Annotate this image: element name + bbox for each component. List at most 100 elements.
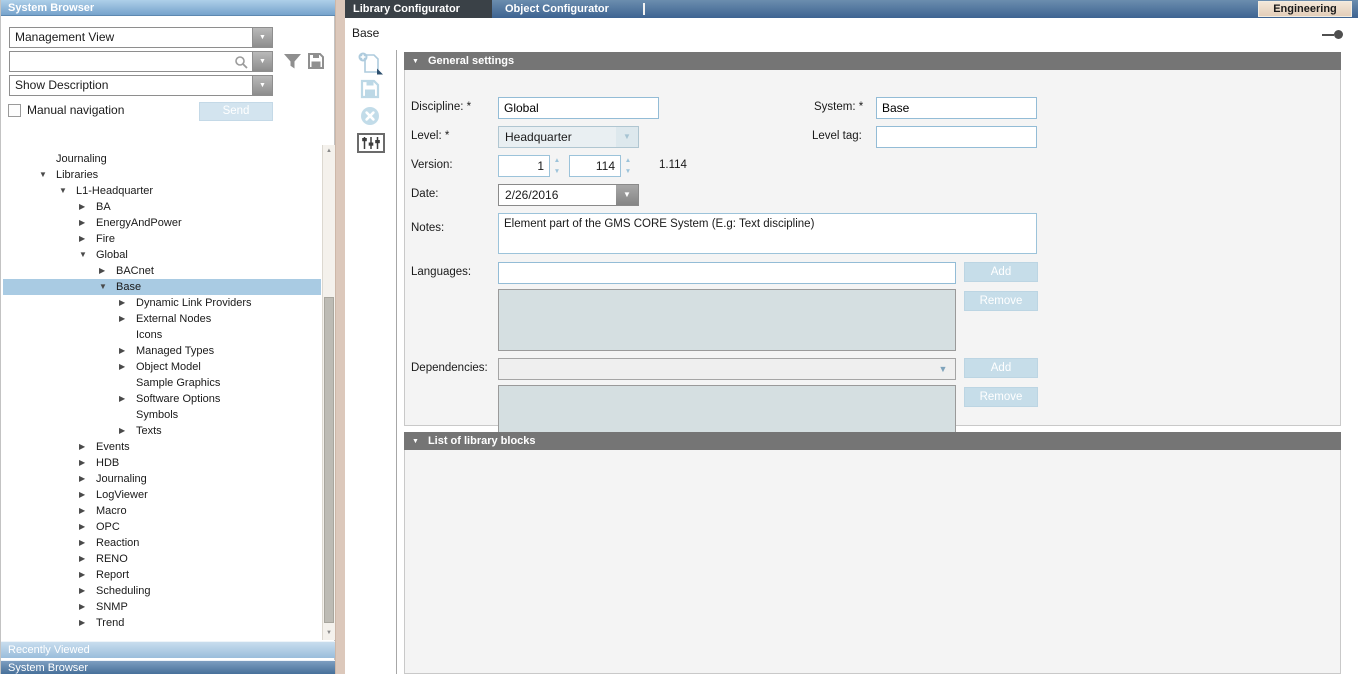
chevron-expanded-icon[interactable]: ▼ [39,167,53,183]
send-button[interactable]: Send [199,102,273,121]
languages-add-button[interactable]: Add [964,262,1038,282]
languages-remove-button[interactable]: Remove [964,291,1038,311]
spinner-up-icon[interactable]: ▲ [552,155,562,166]
general-settings-header[interactable]: ▼General settings [404,52,1341,70]
save-button[interactable] [360,79,380,102]
tree-item-external-nodes[interactable]: ▶External Nodes [3,311,321,327]
chevron-collapsed-icon[interactable]: ▶ [119,423,133,439]
search-input[interactable] [10,52,236,71]
tree-item-base[interactable]: ▼Base [3,279,321,295]
chevron-collapsed-icon[interactable]: ▶ [79,487,93,503]
tree-item-libraries[interactable]: ▼Libraries [3,167,321,183]
cancel-button[interactable] [360,106,380,129]
chevron-collapsed-icon[interactable]: ▶ [79,231,93,247]
dependencies-remove-button[interactable]: Remove [964,387,1038,407]
chevron-down-icon[interactable]: ▼ [616,127,638,147]
chevron-expanded-icon[interactable]: ▼ [99,279,113,295]
chevron-collapsed-icon[interactable]: ▶ [79,503,93,519]
chevron-collapsed-icon[interactable]: ▶ [79,599,93,615]
tree-item-ba[interactable]: ▶BA [3,199,321,215]
tree-item-bacnet[interactable]: ▶BACnet [3,263,321,279]
tree-item-scheduling[interactable]: ▶Scheduling [3,583,321,599]
system-browser-bar[interactable]: System Browser [1,660,336,674]
chevron-collapsed-icon[interactable]: ▶ [79,615,93,631]
tab-object-configurator[interactable]: Object Configurator [497,0,609,18]
tree-item-managed-types[interactable]: ▶Managed Types [3,343,321,359]
chevron-expanded-icon[interactable]: ▼ [59,183,73,199]
display-mode-dropdown-button[interactable]: ▼ [252,76,272,95]
chevron-collapsed-icon[interactable]: ▶ [79,455,93,471]
dependencies-select[interactable]: ▼ [498,358,956,380]
recently-viewed-bar[interactable]: Recently Viewed [1,641,336,658]
spinner-up-icon[interactable]: ▲ [623,155,633,166]
library-blocks-header[interactable]: ▼List of library blocks [404,432,1341,450]
tab-engineering[interactable]: Engineering [1258,1,1352,17]
search-dropdown-button[interactable]: ▼ [252,52,272,71]
tree-item-macro[interactable]: ▶Macro [3,503,321,519]
system-input[interactable] [876,97,1037,119]
tree-item-reaction[interactable]: ▶Reaction [3,535,321,551]
tree-item-reno[interactable]: ▶RENO [3,551,321,567]
filter-button[interactable] [283,53,302,73]
tree-item-object-model[interactable]: ▶Object Model [3,359,321,375]
chevron-collapsed-icon[interactable]: ▶ [119,295,133,311]
chevron-collapsed-icon[interactable]: ▶ [79,551,93,567]
pin-icon[interactable] [1322,30,1344,40]
tree-item-software-options[interactable]: ▶Software Options [3,391,321,407]
chevron-expanded-icon[interactable]: ▼ [79,247,93,263]
spinner-down-icon[interactable]: ▼ [623,166,633,177]
level-select[interactable]: Headquarter ▼ [498,126,639,148]
chevron-collapsed-icon[interactable]: ▶ [79,199,93,215]
tree-item-fire[interactable]: ▶Fire [3,231,321,247]
chevron-collapsed-icon[interactable]: ▶ [79,583,93,599]
view-mode-select[interactable]: Management View ▼ [9,27,273,48]
chevron-collapsed-icon[interactable]: ▶ [79,215,93,231]
panel-splitter[interactable] [335,0,345,674]
tree-scrollbar[interactable]: ▲ ▼ [322,145,335,640]
tree-item-texts[interactable]: ▶Texts [3,423,321,439]
scroll-down-icon[interactable]: ▼ [323,627,335,640]
date-select[interactable]: 2/26/2016 ▼ [498,184,639,206]
view-mode-dropdown-button[interactable]: ▼ [252,28,272,47]
languages-listbox[interactable] [498,289,956,351]
chevron-collapsed-icon[interactable]: ▶ [119,311,133,327]
chevron-down-icon[interactable]: ▼ [933,359,953,379]
tree-item-global[interactable]: ▼Global [3,247,321,263]
tree-item-symbols[interactable]: Symbols [3,407,321,423]
manual-navigation-checkbox[interactable] [8,104,21,117]
tree-item-opc[interactable]: ▶OPC [3,519,321,535]
tree-item-hdb[interactable]: ▶HDB [3,455,321,471]
dependencies-add-button[interactable]: Add [964,358,1038,378]
chevron-collapsed-icon[interactable]: ▶ [79,535,93,551]
save-filter-button[interactable] [307,52,325,73]
chevron-collapsed-icon[interactable]: ▶ [79,439,93,455]
chevron-down-icon[interactable]: ▼ [616,185,638,205]
tree-item-trend[interactable]: ▶Trend [3,615,321,631]
chevron-collapsed-icon[interactable]: ▶ [119,343,133,359]
chevron-collapsed-icon[interactable]: ▶ [119,391,133,407]
search-box[interactable]: ▼ [9,51,273,72]
notes-textarea[interactable]: Element part of the GMS CORE System (E.g… [498,213,1037,254]
version-minor-stepper[interactable]: 114 [569,155,621,177]
tree-item-logviewer[interactable]: ▶LogViewer [3,487,321,503]
tree-item-report[interactable]: ▶Report [3,567,321,583]
chevron-collapsed-icon[interactable]: ▶ [79,567,93,583]
tab-library-configurator[interactable]: Library Configurator [345,0,492,18]
chevron-collapsed-icon[interactable]: ▶ [79,471,93,487]
collapse-icon[interactable]: ▼ [412,53,419,71]
scroll-up-icon[interactable]: ▲ [323,145,335,158]
dependencies-listbox[interactable] [498,385,956,437]
tree-item-journaling[interactable]: Journaling [3,151,321,167]
display-mode-select[interactable]: Show Description ▼ [9,75,273,96]
tree-item-icons[interactable]: Icons [3,327,321,343]
languages-input[interactable] [498,262,956,284]
spinner-down-icon[interactable]: ▼ [552,166,562,177]
tree-item-energyandpower[interactable]: ▶EnergyAndPower [3,215,321,231]
chevron-collapsed-icon[interactable]: ▶ [99,263,113,279]
tree-item-journaling[interactable]: ▶Journaling [3,471,321,487]
import-library-button[interactable] [357,52,384,78]
chevron-collapsed-icon[interactable]: ▶ [119,359,133,375]
settings-button[interactable] [357,133,385,156]
tree-item-l1-headquarter[interactable]: ▼L1-Headquarter [3,183,321,199]
scrollbar-thumb[interactable] [324,297,334,623]
